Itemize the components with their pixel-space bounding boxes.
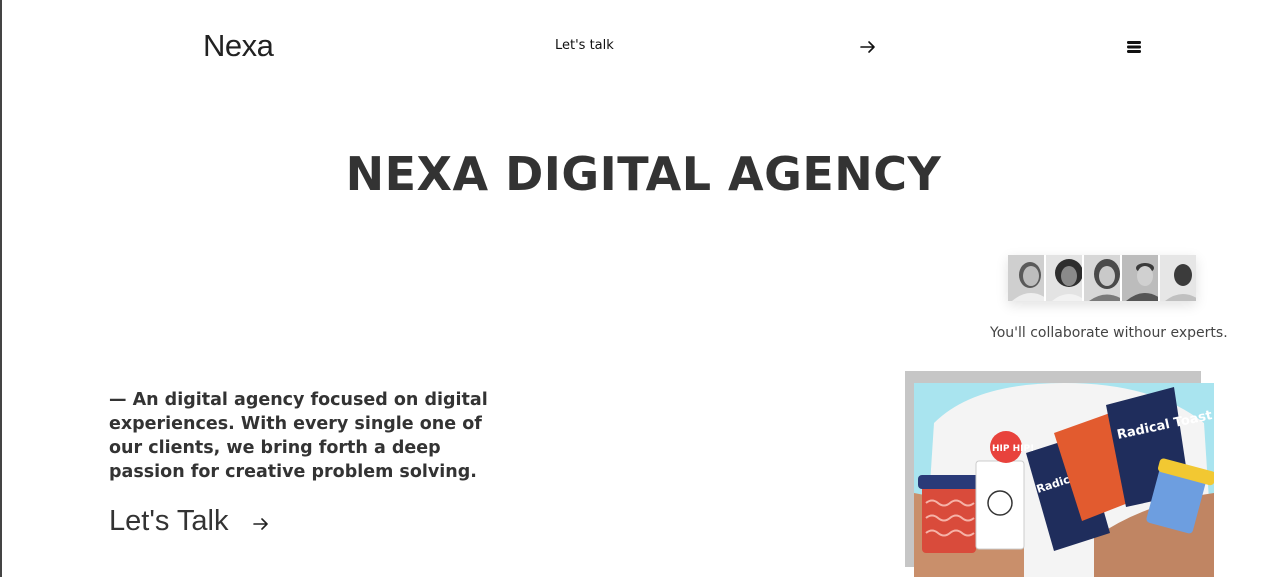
avatar: [1122, 255, 1158, 301]
arrow-right-icon[interactable]: [251, 514, 271, 534]
team-avatars: [1008, 255, 1196, 301]
hamburger-menu-icon[interactable]: [1126, 39, 1142, 55]
avatar: [1160, 255, 1196, 301]
lets-talk-button[interactable]: Let's Talk: [109, 505, 228, 538]
arrow-right-icon[interactable]: [858, 37, 878, 57]
hero-photo: Radical Toast Radical Toast HIP HIP!: [914, 383, 1214, 577]
page-title: NEXA DIGITAL AGENCY: [345, 147, 942, 201]
avatar: [1046, 255, 1082, 301]
photo-text: HIP HIP!: [992, 444, 1034, 454]
logo[interactable]: Nexa: [203, 28, 274, 64]
avatar: [1008, 255, 1044, 301]
avatar: [1084, 255, 1120, 301]
intro-text: — An digital agency focused on digital e…: [109, 390, 488, 482]
nav-lets-talk-link[interactable]: Let's talk: [555, 38, 614, 53]
team-caption: You'll collaborate withour experts.: [990, 325, 1228, 341]
